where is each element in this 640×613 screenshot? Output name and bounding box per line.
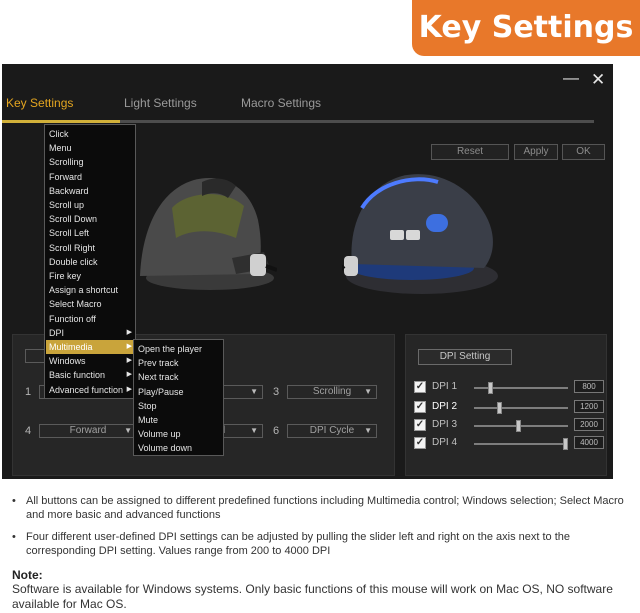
dpi-4-slider-track[interactable] [474, 438, 568, 450]
dpi-row-2: ✓ DPI 2 1200 [414, 400, 604, 415]
menu-item-dpi[interactable]: DPI ▶ [46, 326, 134, 340]
dpi-2-checkbox[interactable]: ✓ [414, 401, 426, 413]
apply-button[interactable]: Apply [514, 144, 558, 160]
key-settings-banner: Key Settings [412, 0, 640, 56]
software-window: — ✕ Key Settings Light Settings Macro Se… [2, 64, 613, 479]
button-number-6: 6 [273, 425, 280, 437]
chevron-down-icon: ▼ [364, 426, 372, 435]
submenu-item-open-the-player[interactable]: Open the player [135, 342, 223, 356]
chevron-down-icon: ▼ [124, 426, 132, 435]
note-title: Note: [12, 568, 43, 582]
menu-item-advanced-function[interactable]: Advanced function ▶ [46, 383, 134, 397]
submenu-item-prev-track[interactable]: Prev track [135, 356, 223, 370]
dpi-2-slider-track[interactable] [474, 402, 568, 414]
menu-item-assign-a-shortcut[interactable]: Assign a shortcut [46, 283, 134, 297]
dpi-4-value: 4000 [574, 436, 604, 449]
menu-item-scroll-up[interactable]: Scroll up [46, 198, 134, 212]
chevron-down-icon: ▼ [364, 387, 372, 396]
dpi-4-checkbox[interactable]: ✓ [414, 437, 426, 449]
button-number-3: 3 [273, 386, 280, 398]
dpi-1-slider-handle[interactable] [488, 382, 494, 394]
tab-macro-settings[interactable]: Macro Settings [241, 96, 321, 110]
menu-item-scroll-down[interactable]: Scroll Down [46, 212, 134, 226]
tab-key-settings[interactable]: Key Settings [6, 96, 73, 110]
chevron-right-icon: ▶ [126, 328, 132, 336]
bullet-dot-icon: • [12, 531, 16, 543]
dpi-3-checkbox[interactable]: ✓ [414, 419, 426, 431]
menu-item-fire-key[interactable]: Fire key [46, 269, 134, 283]
mouse-led-view-illustration [342, 174, 498, 294]
dpi-1-checkbox[interactable]: ✓ [414, 381, 426, 393]
dpi-4-label: DPI 4 [432, 437, 458, 448]
dpi-1-slider-track[interactable] [474, 382, 568, 394]
chevron-right-icon: ▶ [126, 357, 132, 365]
submenu-item-play-pause[interactable]: Play/Pause [135, 385, 223, 399]
tab-light-settings[interactable]: Light Settings [124, 96, 197, 110]
menu-item-basic-function[interactable]: Basic function ▶ [46, 368, 134, 382]
dpi-2-label: DPI 2 [432, 401, 458, 412]
bullet-dot-icon: • [12, 495, 16, 507]
submenu-item-volume-up[interactable]: Volume up [135, 427, 223, 441]
button-3-value: Scrolling [312, 386, 352, 397]
dpi-setting-button[interactable]: DPI Setting [418, 349, 512, 365]
dpi-settings-panel: DPI Setting ✓ DPI 1 800 ✓ DPI 2 1200 ✓ D… [405, 334, 607, 476]
button-6-value: DPI Cycle [309, 425, 355, 436]
button-6-function-select[interactable]: DPI Cycle ▼ [287, 424, 377, 438]
submenu-item-mute[interactable]: Mute [135, 413, 223, 427]
dpi-4-slider-handle[interactable] [563, 438, 568, 450]
ok-button[interactable]: OK [562, 144, 605, 160]
dpi-1-value: 800 [574, 380, 604, 393]
multimedia-submenu: Open the player Prev track Next track Play/… [133, 339, 224, 456]
minimize-button[interactable]: — [563, 70, 579, 88]
submenu-item-next-track[interactable]: Next track [135, 370, 223, 384]
mouse-side-view-illustration [140, 177, 277, 290]
dpi-row-3: ✓ DPI 3 2000 [414, 418, 604, 433]
active-tab-indicator [2, 120, 120, 123]
menu-item-forward[interactable]: Forward [46, 170, 134, 184]
button-3-function-select[interactable]: Scrolling ▼ [287, 385, 377, 399]
dpi-3-slider-track[interactable] [474, 420, 568, 432]
dpi-1-label: DPI 1 [432, 381, 458, 392]
chevron-down-icon: ▼ [250, 426, 258, 435]
chevron-right-icon: ▶ [126, 371, 132, 379]
menu-item-double-click[interactable]: Double click [46, 255, 134, 269]
button-number-1: 1 [25, 386, 32, 398]
dpi-2-value: 1200 [574, 400, 604, 413]
dpi-3-slider-handle[interactable] [515, 420, 521, 432]
button-4-value: Forward [69, 425, 107, 436]
reset-button[interactable]: Reset [431, 144, 509, 160]
dpi-3-label: DPI 3 [432, 419, 458, 430]
close-button[interactable]: ✕ [591, 70, 605, 90]
button-number-4: 4 [25, 425, 32, 437]
chevron-right-icon: ▶ [126, 385, 132, 393]
dpi-2-slider-handle[interactable] [497, 402, 503, 414]
submenu-item-stop[interactable]: Stop [135, 399, 223, 413]
dpi-row-1: ✓ DPI 1 800 [414, 380, 604, 395]
menu-item-multimedia[interactable]: Multimedia ▶ [46, 340, 134, 354]
dpi-row-4: ✓ DPI 4 4000 [414, 436, 604, 451]
chevron-right-icon: ▶ [126, 343, 132, 350]
menu-item-menu[interactable]: Menu [46, 141, 134, 155]
submenu-item-volume-down[interactable]: Volume down [135, 441, 223, 455]
menu-item-scrolling[interactable]: Scrolling [46, 155, 134, 169]
bullet-text: Four different user-defined DPI settings… [26, 531, 571, 557]
menu-item-scroll-right[interactable]: Scroll Right [46, 241, 134, 255]
menu-item-click[interactable]: Click [46, 127, 134, 141]
note-body: Software is available for Windows system… [12, 582, 613, 611]
chevron-down-icon: ▼ [250, 387, 258, 396]
function-dropdown-menu: Click Menu Scrolling Forward Backward Scroll … [44, 124, 136, 399]
menu-item-scroll-left[interactable]: Scroll Left [46, 226, 134, 240]
menu-item-backward[interactable]: Backward [46, 184, 134, 198]
menu-item-windows[interactable]: Windows ▶ [46, 354, 134, 368]
bullet-text: All buttons can be assigned to different… [26, 495, 624, 521]
menu-item-function-off[interactable]: Function off [46, 312, 134, 326]
menu-item-select-macro[interactable]: Select Macro [46, 297, 134, 311]
button-4-function-select[interactable]: Forward ▼ [39, 424, 137, 438]
dpi-3-value: 2000 [574, 418, 604, 431]
